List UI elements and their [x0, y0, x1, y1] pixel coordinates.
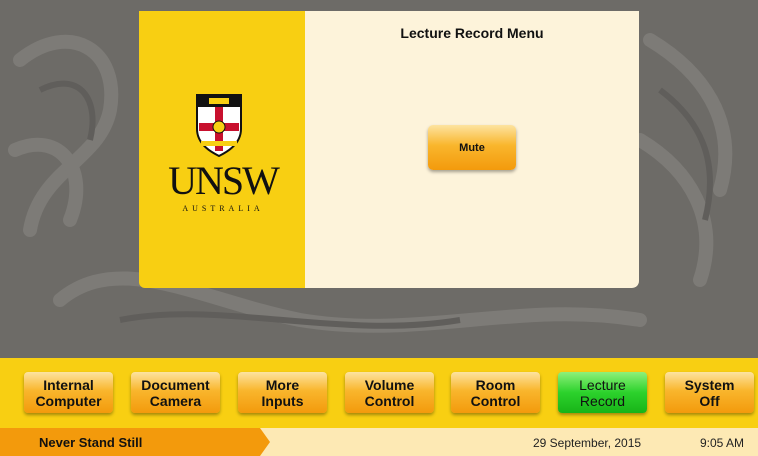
- room-control-button[interactable]: Room Control: [451, 372, 540, 413]
- system-off-label: System Off: [684, 376, 735, 409]
- status-bar: Never Stand Still 29 September, 2015 9:0…: [0, 428, 758, 456]
- mute-button[interactable]: Mute: [428, 125, 516, 170]
- lecture-record-button[interactable]: Lecture Record: [558, 372, 647, 413]
- more-inputs-label: More Inputs: [261, 376, 304, 409]
- date-display: 29 September, 2015: [533, 436, 642, 450]
- lecture-record-panel: Lecture Record Menu Mute: [305, 11, 639, 288]
- internal-computer-button[interactable]: Internal Computer: [24, 372, 113, 413]
- unsw-subtitle: AUSTRALIA: [182, 204, 264, 213]
- document-camera-label: Document Camera: [141, 376, 210, 409]
- tagline-banner: Never Stand Still: [0, 428, 270, 456]
- room-control-label: Room Control: [470, 376, 521, 409]
- volume-control-button[interactable]: Volume Control: [345, 372, 434, 413]
- internal-computer-label: Internal Computer: [35, 376, 102, 409]
- more-inputs-button[interactable]: More Inputs: [238, 372, 327, 413]
- unsw-logo-panel: UNSW AUSTRALIA: [139, 11, 307, 288]
- document-camera-button[interactable]: Document Camera: [131, 372, 220, 413]
- unsw-crest-icon: [196, 94, 242, 157]
- lecture-record-label: Lecture Record: [579, 376, 626, 409]
- system-off-button[interactable]: System Off: [665, 372, 754, 413]
- menu-title: Lecture Record Menu: [400, 25, 544, 41]
- time-display: 9:05 AM: [700, 436, 745, 450]
- tagline-text: Never Stand Still: [39, 435, 143, 450]
- unsw-wordmark: UNSW: [168, 158, 280, 203]
- bottom-nav-bar: Internal Computer Document Camera More Inpu…: [0, 358, 758, 428]
- volume-control-label: Volume Control: [364, 376, 415, 409]
